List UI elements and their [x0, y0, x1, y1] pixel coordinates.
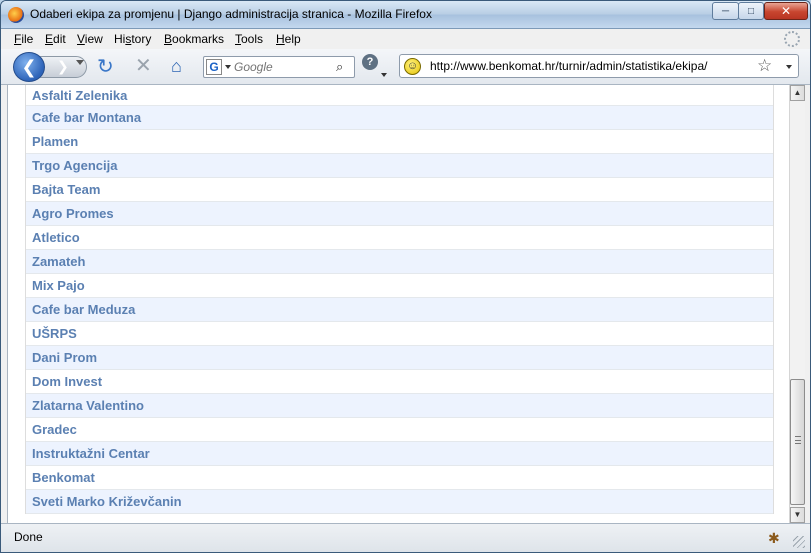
address-bar: ☺ ☆	[399, 54, 799, 78]
menu-history[interactable]: History	[114, 32, 151, 46]
status-bar: Done ✱	[1, 523, 810, 552]
back-arrow-icon: ❮	[21, 56, 37, 77]
search-bar: G ⌕	[203, 56, 355, 78]
page-content: Asfalti Zelenika Cafe bar Montana Plamen Tr…	[7, 85, 789, 523]
search-engine-dropdown-icon[interactable]	[225, 65, 231, 69]
team-link[interactable]: Atletico	[32, 230, 80, 245]
team-link[interactable]: Dani Prom	[32, 350, 97, 365]
menu-view[interactable]: View	[77, 32, 103, 46]
team-link[interactable]: Plamen	[32, 134, 78, 149]
bug-icon[interactable]: ✱	[768, 529, 786, 547]
table-row: Zamateh	[26, 250, 773, 274]
navigation-toolbar: ❯ ❮ ↻ ✕ ⌂ G ⌕ ? ☺ ☆	[1, 49, 810, 85]
team-link[interactable]: UŠRPS	[32, 326, 77, 341]
bookmark-star-icon[interactable]: ☆	[757, 56, 772, 76]
table-row: Benkomat	[26, 466, 773, 490]
table-row: Cafe bar Montana	[26, 106, 773, 130]
team-link[interactable]: Zlatarna Valentino	[32, 398, 144, 413]
table-row: Trgo Agencija	[26, 154, 773, 178]
team-link[interactable]: Gradec	[32, 422, 77, 437]
team-link[interactable]: Mix Pajo	[32, 278, 85, 293]
team-link[interactable]: Asfalti Zelenika	[32, 88, 127, 103]
team-link[interactable]: Sveti Marko Križevčanin	[32, 494, 182, 509]
vertical-scrollbar[interactable]: ▲ ▼	[789, 85, 805, 523]
throbber-icon	[784, 31, 800, 47]
team-link[interactable]: Cafe bar Meduza	[32, 302, 135, 317]
menu-bar: File Edit View History Bookmarks Tools H…	[1, 29, 810, 49]
table-row: Asfalti Zelenika	[26, 85, 773, 106]
menu-edit[interactable]: Edit	[45, 32, 66, 46]
history-dropdown-icon[interactable]	[76, 60, 84, 65]
team-link[interactable]: Zamateh	[32, 254, 85, 269]
table-row: Bajta Team	[26, 178, 773, 202]
google-engine-icon[interactable]: G	[206, 59, 222, 75]
title-bar[interactable]: Odaberi ekipa za promjenu | Django admin…	[1, 1, 810, 29]
stop-icon[interactable]: ✕	[135, 56, 152, 76]
close-button[interactable]: ✕	[764, 2, 808, 20]
table-row: Dom Invest	[26, 370, 773, 394]
help-icon[interactable]: ?	[362, 54, 378, 70]
menu-tools[interactable]: Tools	[235, 32, 263, 46]
team-link[interactable]: Bajta Team	[32, 182, 100, 197]
scroll-up-button[interactable]: ▲	[790, 85, 805, 101]
menu-help[interactable]: Help	[276, 32, 301, 46]
table-row: Plamen	[26, 130, 773, 154]
url-dropdown-icon[interactable]	[786, 65, 792, 69]
help-dropdown-icon[interactable]	[381, 73, 387, 77]
browser-window: Odaberi ekipa za promjenu | Django admin…	[0, 0, 811, 553]
table-row: Atletico	[26, 226, 773, 250]
reload-icon[interactable]: ↻	[97, 57, 114, 77]
table-row: Gradec	[26, 418, 773, 442]
maximize-button[interactable]: □	[738, 2, 764, 20]
table-row: Mix Pajo	[26, 274, 773, 298]
table-row: Dani Prom	[26, 346, 773, 370]
scroll-down-button[interactable]: ▼	[790, 507, 805, 523]
results-list: Asfalti Zelenika Cafe bar Montana Plamen Tr…	[25, 85, 774, 514]
team-link[interactable]: Benkomat	[32, 470, 95, 485]
window-title: Odaberi ekipa za promjenu | Django admin…	[30, 7, 432, 21]
search-icon[interactable]: ⌕	[336, 59, 343, 75]
team-link[interactable]: Trgo Agencija	[32, 158, 117, 173]
table-row: Cafe bar Meduza	[26, 298, 773, 322]
menu-file[interactable]: File	[14, 32, 33, 46]
table-row: Sveti Marko Križevčanin	[26, 490, 773, 514]
home-icon[interactable]: ⌂	[171, 57, 182, 75]
table-row: UŠRPS	[26, 322, 773, 346]
team-link[interactable]: Cafe bar Montana	[32, 110, 141, 125]
back-button[interactable]: ❮	[13, 52, 45, 82]
site-identity-icon[interactable]: ☺	[404, 58, 421, 75]
scroll-thumb[interactable]	[790, 379, 805, 505]
table-row: Zlatarna Valentino	[26, 394, 773, 418]
url-input[interactable]	[430, 58, 750, 74]
menu-bookmarks[interactable]: Bookmarks	[164, 32, 224, 46]
grip-icon	[795, 436, 801, 444]
forward-arrow-icon: ❯	[57, 58, 69, 74]
team-link[interactable]: Instruktažni Centar	[32, 446, 150, 461]
table-row: Agro Promes	[26, 202, 773, 226]
resize-grip[interactable]	[793, 536, 805, 548]
search-input[interactable]	[234, 59, 334, 75]
minimize-button[interactable]: ─	[712, 2, 739, 20]
table-row: Instruktažni Centar	[26, 442, 773, 466]
team-link[interactable]: Agro Promes	[32, 206, 114, 221]
team-link[interactable]: Dom Invest	[32, 374, 102, 389]
status-text: Done	[14, 530, 43, 544]
firefox-logo-icon	[8, 7, 24, 23]
